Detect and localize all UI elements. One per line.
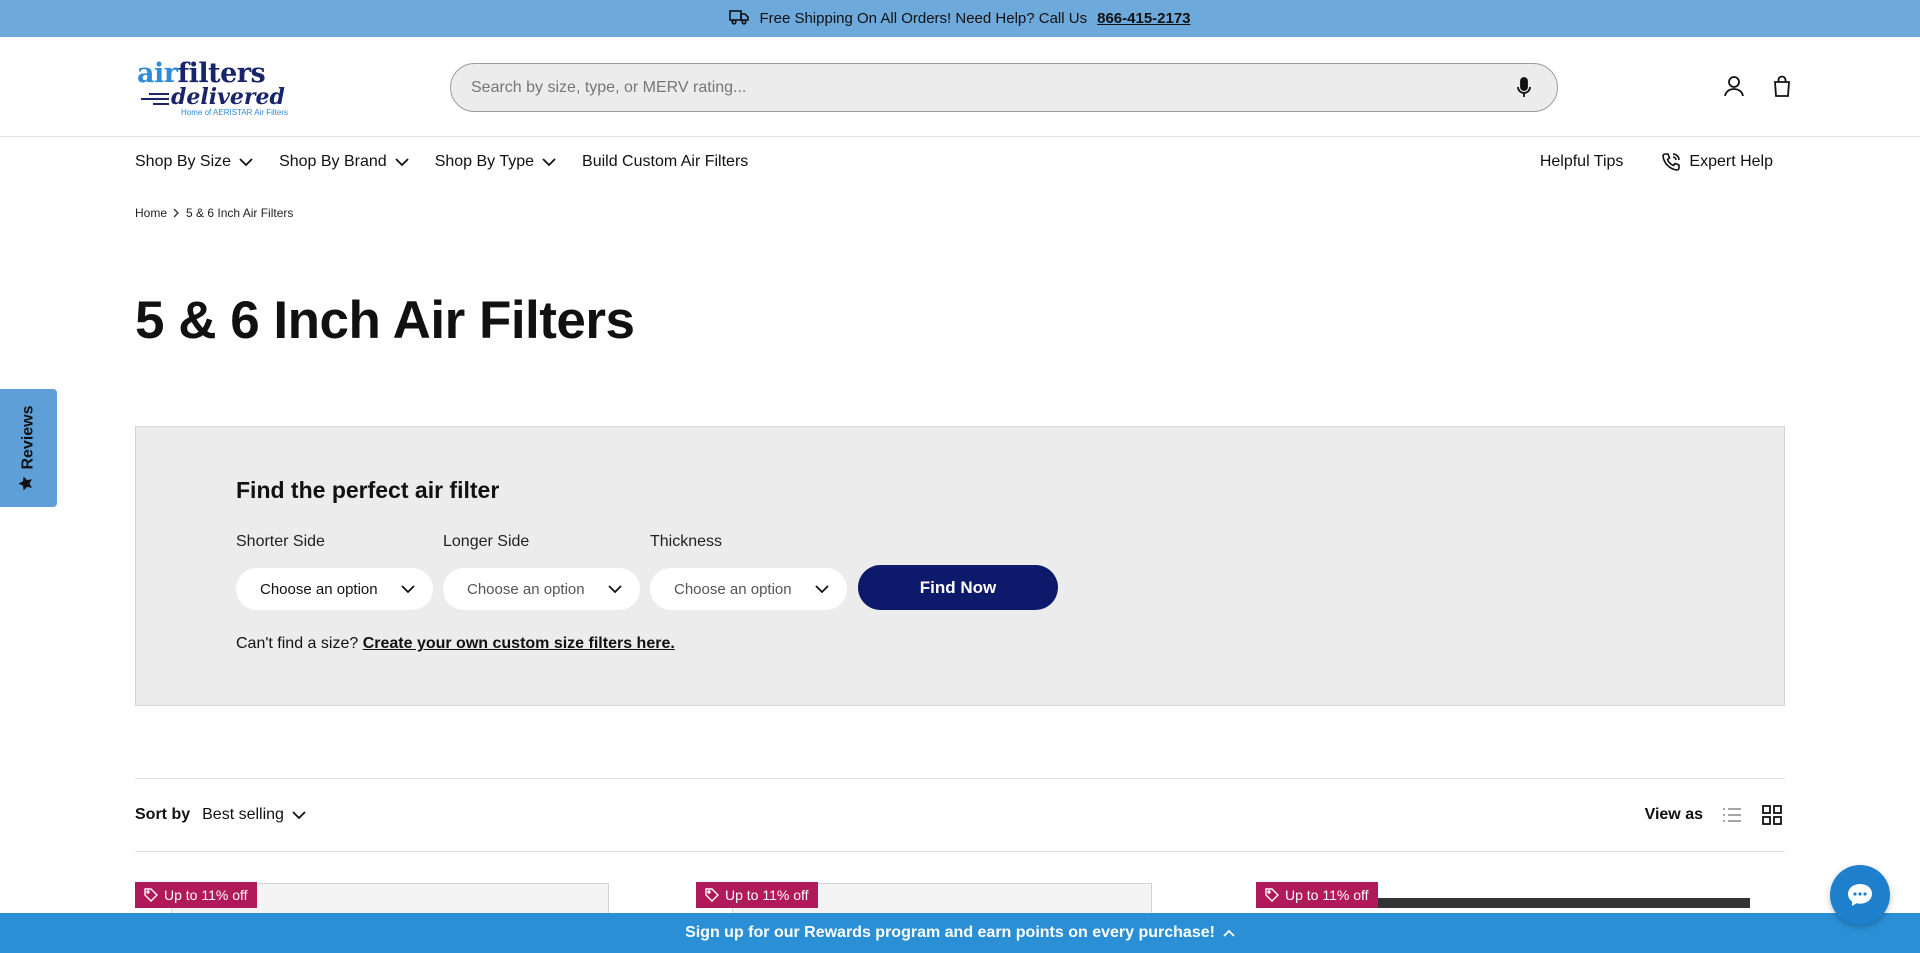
rewards-text: Sign up for our Rewards program and earn… <box>685 924 1215 941</box>
chevron-up-icon <box>1223 929 1235 937</box>
microphone-icon[interactable] <box>1511 75 1537 101</box>
logo-speed-lines <box>135 92 169 105</box>
chevron-down-icon <box>542 157 556 166</box>
tag-icon <box>705 888 719 902</box>
logo-tagline: Home of AERISTAR Air Filters <box>181 107 288 117</box>
view-as-label: View as <box>1644 806 1703 823</box>
sort-bar: Sort by Best selling View as <box>135 778 1785 852</box>
nav-shop-by-type[interactable]: Shop By Type <box>435 153 556 171</box>
cart-icon[interactable] <box>1769 73 1795 99</box>
shorter-side-label: Shorter Side <box>236 533 325 550</box>
list-view-icon[interactable] <box>1719 802 1745 828</box>
nav-helpful-tips[interactable]: Helpful Tips <box>1540 153 1624 171</box>
logo[interactable]: airfilters delivered Home of AERISTAR Ai… <box>135 56 288 118</box>
breadcrumb-home[interactable]: Home <box>135 206 167 220</box>
truck-icon <box>729 9 750 29</box>
shorter-side-select[interactable]: Choose an option <box>236 568 433 610</box>
thickness-select[interactable]: Choose an option <box>650 568 847 610</box>
announcement-text: Free Shipping On All Orders! Need Help? … <box>759 10 1088 27</box>
chat-icon <box>1848 884 1872 906</box>
custom-size-line: Can't find a size? Create your own custo… <box>236 635 675 652</box>
discount-badge: Up to 11% off <box>135 882 257 908</box>
chevron-down-icon <box>395 157 409 166</box>
find-now-button[interactable]: Find Now <box>858 565 1058 610</box>
rewards-bar[interactable]: Sign up for our Rewards program and earn… <box>0 913 1920 953</box>
breadcrumb-current: 5 & 6 Inch Air Filters <box>186 206 294 220</box>
chat-button[interactable] <box>1830 865 1890 925</box>
nav-shop-by-brand[interactable]: Shop By Brand <box>279 153 409 171</box>
page-title: 5 & 6 Inch Air Filters <box>135 291 635 350</box>
longer-side-select[interactable]: Choose an option <box>443 568 640 610</box>
chevron-down-icon <box>608 584 622 593</box>
breadcrumb: Home 5 & 6 Inch Air Filters <box>135 206 293 220</box>
chevron-down-icon <box>239 157 253 166</box>
search-bar <box>450 63 1558 112</box>
tag-icon <box>144 888 158 902</box>
thickness-label: Thickness <box>650 533 723 550</box>
nav-expert-help[interactable]: Expert Help <box>1661 152 1773 172</box>
search-input[interactable] <box>471 78 1511 97</box>
sort-select[interactable]: Best selling <box>202 806 306 824</box>
phone-icon <box>1662 153 1681 171</box>
phone-link[interactable]: 866-415-2173 <box>1097 10 1190 27</box>
sort-label: Sort by <box>135 806 191 823</box>
filter-finder-panel: Find the perfect air filter Shorter Side… <box>135 426 1785 706</box>
account-icon[interactable] <box>1721 73 1747 99</box>
discount-badge: Up to 11% off <box>696 882 818 908</box>
discount-badge: Up to 11% off <box>1256 882 1378 908</box>
custom-size-link[interactable]: Create your own custom size filters here… <box>363 635 675 652</box>
logo-delivered: delivered <box>171 83 285 110</box>
announcement-bar: Free Shipping On All Orders! Need Help? … <box>0 0 1920 37</box>
chevron-right-icon <box>173 208 180 218</box>
star-icon <box>18 475 39 491</box>
site-header: airfilters delivered Home of AERISTAR Ai… <box>0 37 1920 137</box>
finder-heading: Find the perfect air filter <box>236 477 500 503</box>
main-nav: Shop By Size Shop By Brand Shop By Type … <box>0 137 1920 187</box>
chevron-down-icon <box>401 584 415 593</box>
nav-shop-by-size[interactable]: Shop By Size <box>135 153 253 171</box>
nav-build-custom[interactable]: Build Custom Air Filters <box>582 153 748 171</box>
longer-side-label: Longer Side <box>443 533 530 550</box>
chevron-down-icon <box>292 810 306 819</box>
grid-view-icon[interactable] <box>1759 802 1785 828</box>
reviews-tab[interactable]: Reviews <box>0 389 57 507</box>
chevron-down-icon <box>815 584 829 593</box>
tag-icon <box>1265 888 1279 902</box>
